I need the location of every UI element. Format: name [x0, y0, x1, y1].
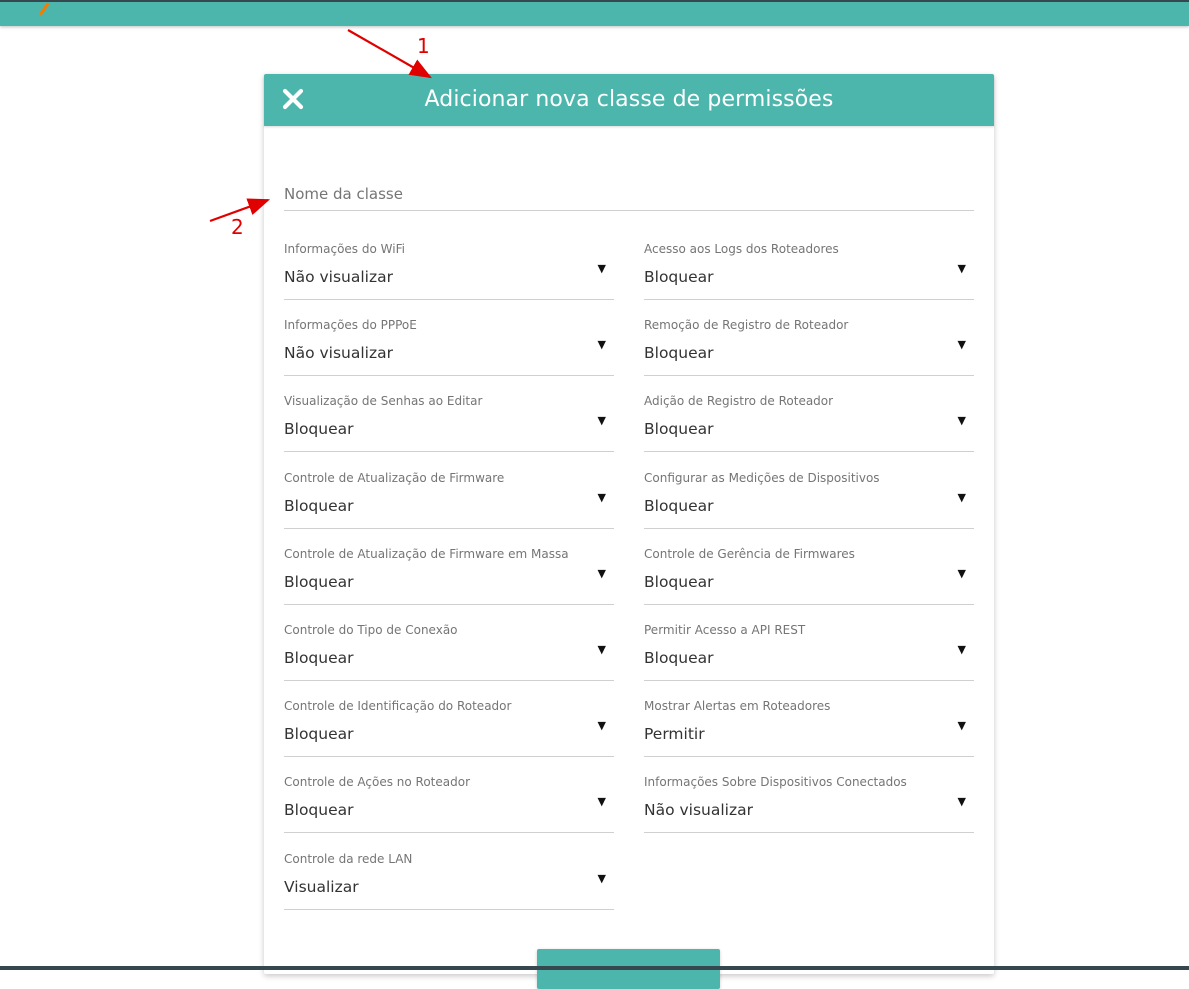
annotation-number-1: 1: [417, 34, 430, 58]
annotation-number-2: 2: [231, 215, 244, 239]
annotation-arrows: [209, 29, 432, 223]
